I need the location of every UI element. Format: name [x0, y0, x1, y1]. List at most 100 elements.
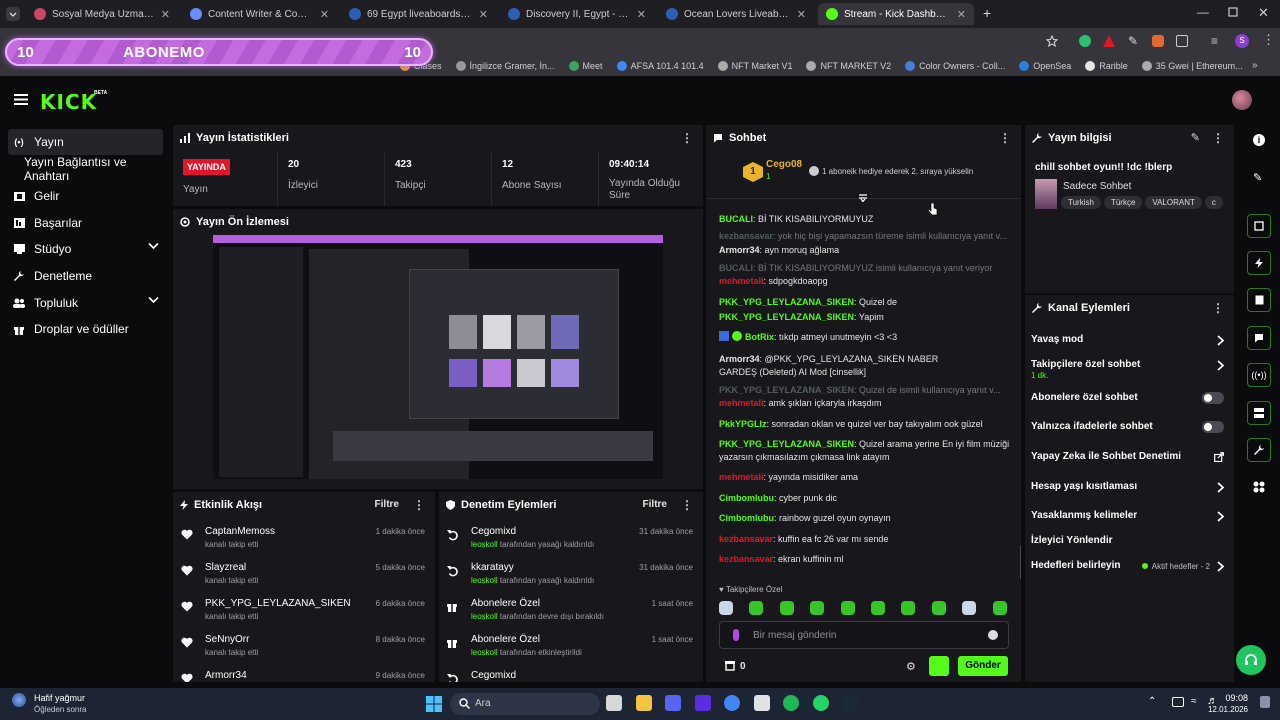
rail-capture-button[interactable] [1247, 214, 1271, 238]
stream-tag[interactable]: Turkish [1061, 196, 1101, 209]
moderation-filter-button[interactable]: Filtre [643, 499, 667, 510]
extension-red-icon[interactable] [1103, 35, 1115, 47]
chat-username[interactable]: BotRix [745, 332, 774, 342]
user-avatar[interactable] [1232, 90, 1252, 110]
bookmark-item[interactable]: NFT Market V1 [717, 61, 792, 71]
chat-message[interactable]: Armorr34: @PKK_YPG_LEYLAZANA_SIKEN NABER [719, 353, 1009, 365]
activity-row[interactable]: Armorr34 9 dakika önce [173, 666, 435, 682]
stream-tag[interactable]: Türkçe [1103, 196, 1143, 209]
emoji-picker-icon[interactable] [988, 630, 998, 640]
moderator-name[interactable]: leoskoll [471, 576, 498, 585]
chat-username[interactable]: Cimbomlubu [719, 513, 774, 523]
moderation-row[interactable]: kkaratayy leoskoll tarafından yasağı kald… [439, 558, 703, 594]
emote-icon[interactable] [992, 601, 1007, 615]
chat-username[interactable]: kezbansavar [719, 554, 773, 564]
browser-tab[interactable]: Sosyal Medya Uzmanı Aranıyor ✕ [26, 3, 178, 25]
kick-logo[interactable]: KICK [40, 90, 97, 114]
stream-preview-video[interactable] [213, 235, 663, 489]
minimize-button[interactable]: — [1197, 5, 1209, 19]
notifications-icon[interactable] [1260, 696, 1270, 708]
tab-close-icon[interactable]: ✕ [797, 8, 806, 21]
chevron-right-icon[interactable] [1217, 511, 1224, 522]
activity-row[interactable]: Slayzreal kanalı takip etti 5 dakika önce [173, 558, 435, 594]
moderation-row[interactable]: Cegomixd leoskoll tarafından yasağı kaldı… [439, 522, 703, 558]
chat-username[interactable]: Armorr34 [719, 354, 760, 364]
premiere-icon[interactable] [694, 695, 711, 711]
chat-message[interactable]: BUCALI: Bİ TIK KISABILIYORMUYUZ [719, 213, 1009, 225]
chat-input[interactable]: Bir mesaj gönderin [719, 621, 1009, 649]
chat-message[interactable]: kezbansavar: yok hiç bişi yapamazsın tür… [719, 230, 1009, 242]
bookmark-item[interactable]: 35 Gwei | Ethereum... [1141, 61, 1243, 71]
chat-message[interactable]: BotRix: tıkdp atmeyi unutmeyin <3 <3 [719, 331, 1009, 343]
activity-row[interactable]: PKK_YPG_LEYLAZANA_SIKEN kanalı takip etti… [173, 594, 435, 630]
browser-tab[interactable]: Ocean Lovers Liveaboard, Egypt ✕ [658, 3, 814, 25]
support-headset-button[interactable] [1236, 645, 1266, 675]
channel-setting[interactable]: Hesap yaşı kısıtlaması [1031, 481, 1224, 503]
emote-icon[interactable] [871, 601, 885, 615]
clock-time[interactable]: 09:08 [1218, 693, 1248, 703]
emote-icon[interactable] [719, 601, 733, 615]
close-window-button[interactable]: ✕ [1258, 5, 1269, 21]
edit-pencil-icon[interactable]: ✎ [1191, 131, 1200, 144]
extension-pen-icon[interactable]: ✎ [1128, 34, 1138, 48]
hamburger-menu-icon[interactable] [14, 94, 28, 105]
info-icon[interactable]: i [1253, 134, 1265, 146]
tab-close-icon[interactable]: ✕ [320, 8, 329, 21]
activity-row[interactable]: CaptanMemoss kanalı takip etti 1 dakika ön… [173, 522, 435, 558]
chat-username[interactable]: mehmetali [719, 276, 764, 286]
browser-tab[interactable]: 69 Egypt liveaboards, May 2026 ✕ [341, 3, 496, 25]
tray-chevron-icon[interactable]: ⌃ [1148, 696, 1156, 707]
chat-username[interactable]: kezbansavar [719, 231, 773, 241]
moderation-target[interactable]: Cegomixd [471, 526, 516, 537]
activity-username[interactable]: PKK_YPG_LEYLAZANA_SIKEN [205, 598, 351, 609]
chat-message[interactable]: PkkYPGLlz: sonradan oklan ve quizel ver … [719, 418, 1009, 430]
sidebar-item[interactable]: Droplar ve ödüller [8, 316, 163, 342]
chevron-right-icon[interactable] [1217, 335, 1224, 346]
tab-close-icon[interactable]: ✕ [637, 8, 646, 21]
extensions-puzzle-icon[interactable] [1176, 35, 1188, 47]
emote-icon[interactable] [779, 601, 794, 615]
chat-message[interactable]: mehmetali: amk şıkları içkaryla irkaşdım [719, 397, 1009, 409]
sidebar-item[interactable]: Stüdyo [8, 236, 163, 262]
task-view-icon[interactable] [606, 695, 622, 711]
chat-message[interactable]: PKK_YPG_LEYLAZANA_SIKEN: Yapim [719, 311, 1009, 323]
steam-icon[interactable] [842, 695, 858, 711]
collapse-leaderboard-icon[interactable] [858, 194, 868, 202]
chrome-icon[interactable] [724, 695, 740, 711]
rail-moderation-button[interactable] [1247, 438, 1271, 462]
rail-bolt-button[interactable] [1247, 251, 1271, 275]
chat-username[interactable]: PkkYPGLlz [719, 419, 767, 429]
bookmark-item[interactable]: Meet [568, 61, 603, 71]
chevron-down-icon[interactable] [148, 296, 159, 304]
weather-icon[interactable] [12, 693, 26, 707]
tab-close-icon[interactable]: ✕ [479, 8, 488, 21]
moderation-target[interactable]: Cegomixd [471, 670, 516, 681]
chevron-right-icon[interactable] [1217, 561, 1224, 572]
rail-broadcast-button[interactable]: ((•)) [1247, 363, 1271, 387]
microphone-icon[interactable] [733, 629, 739, 641]
sidebar-item[interactable]: Başarılar [8, 210, 163, 236]
chevron-right-icon[interactable] [1217, 482, 1224, 493]
external-link-icon[interactable] [1214, 452, 1224, 462]
activity-username[interactable]: SeNnyOrr [205, 634, 249, 645]
moderation-menu-icon[interactable]: ⋮ [681, 499, 693, 511]
chat-message[interactable]: kezbansavar: ekran kuffinin ml [719, 553, 1009, 565]
chat-username[interactable]: PKK_YPG_LEYLAZANA_SIKEN [719, 439, 854, 449]
add-widget-icon[interactable] [1253, 481, 1265, 493]
edit-layout-pencil-icon[interactable]: ✎ [1253, 171, 1262, 184]
chat-message[interactable]: Armorr34: ayn moruq ağlama [719, 244, 1009, 256]
emote-icon[interactable] [749, 601, 764, 615]
media-controls-icon[interactable]: ≡ [1211, 34, 1218, 48]
battery-icon[interactable] [1172, 697, 1184, 707]
channel-setting[interactable]: Yasaklanmış kelimeler [1031, 510, 1224, 532]
chat-message[interactable]: Cimbomlubu: rainbow guzel oyun oynayın [719, 512, 1009, 524]
chat-username[interactable]: mehmetali [719, 398, 764, 408]
chat-message[interactable]: mehmetali: yayında misidiker ama [719, 471, 1009, 483]
activity-username[interactable]: CaptanMemoss [205, 526, 275, 537]
channel-setting[interactable]: Abonelere özel sohbet [1031, 392, 1224, 414]
setting-toggle[interactable] [1202, 421, 1224, 433]
emote-icon[interactable] [840, 601, 855, 615]
moderation-target[interactable]: Abonelere Özel [471, 598, 540, 609]
moderator-name[interactable]: leoskoll [471, 648, 498, 657]
rail-chat-button[interactable] [1247, 326, 1271, 350]
